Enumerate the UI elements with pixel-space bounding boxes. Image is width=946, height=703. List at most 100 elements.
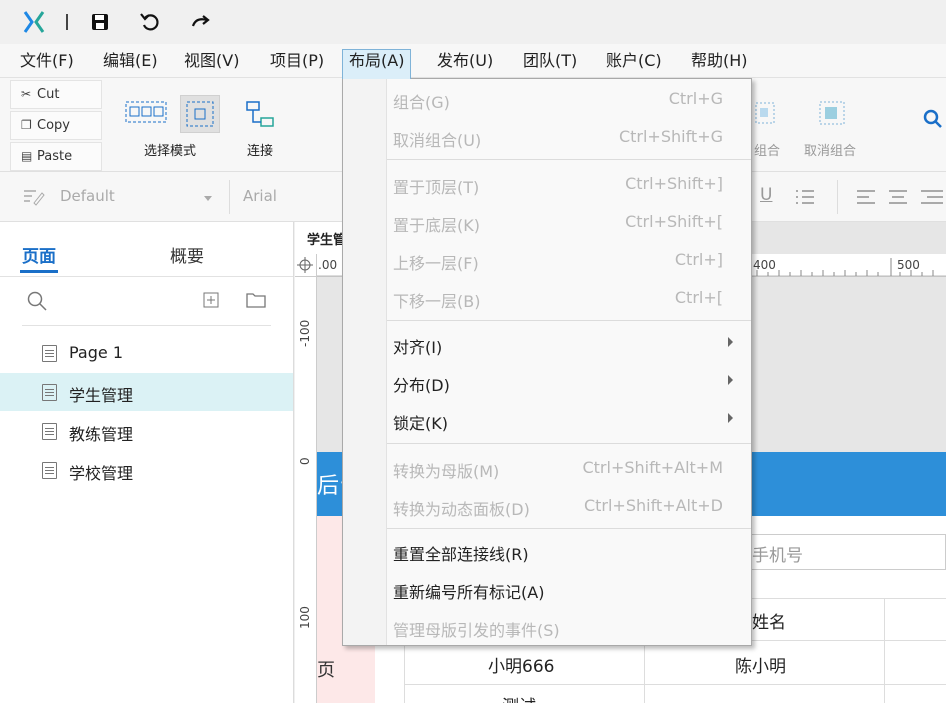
phone-input[interactable]: 手机号 [745, 534, 946, 570]
folder-icon[interactable] [246, 291, 266, 308]
strip-text: 页 [317, 660, 335, 681]
select-contain-button[interactable] [180, 95, 220, 133]
table-cell: 陈小明 [735, 657, 786, 677]
menu-item-ungroup[interactable]: 取消组合(U) Ctrl+Shift+G [387, 118, 751, 156]
menu-item-bring-forward[interactable]: 上移一层(F) Ctrl+] [387, 241, 751, 279]
chevron-down-icon[interactable] [204, 196, 212, 201]
copy-label: Copy [37, 118, 70, 133]
menu-account[interactable]: 账户(C) [600, 50, 668, 76]
page-icon [42, 384, 57, 401]
page-item-label: 学生管理 [69, 386, 134, 405]
select-mode-label: 选择模式 [144, 144, 197, 159]
undo-icon[interactable] [139, 11, 161, 33]
ruler-label: 400 [753, 258, 776, 272]
menu-view[interactable]: 视图(V) [178, 50, 245, 76]
page-item-label: 学校管理 [69, 464, 134, 483]
select-intersect-icon[interactable] [124, 98, 168, 126]
clipboard-icon: ▤ [21, 149, 33, 163]
menu-team[interactable]: 团队(T) [517, 50, 583, 76]
ruler-label: 0 [298, 457, 312, 465]
divider [22, 325, 271, 326]
save-icon[interactable] [89, 11, 111, 33]
menu-edit[interactable]: 编辑(E) [97, 50, 164, 76]
style-select[interactable]: Default [60, 187, 115, 205]
menu-item-reset-connectors[interactable]: 重置全部连接线(R) [387, 532, 751, 570]
submenu-arrow-icon [728, 337, 733, 347]
select-contain-icon [186, 101, 214, 127]
menu-item-bring-to-front[interactable]: 置于顶层(T) Ctrl+Shift+] [387, 165, 751, 203]
menu-item-manage-master-events[interactable]: 管理母版引发的事件(S) [387, 608, 751, 646]
menu-item-distribute[interactable]: 分布(D) [387, 363, 751, 401]
title-bar [0, 0, 946, 44]
style-edit-icon [24, 190, 45, 206]
search-icon[interactable] [922, 108, 944, 130]
menu-item-align[interactable]: 对齐(I) [387, 325, 751, 363]
menu-item-lock[interactable]: 锁定(K) [387, 401, 751, 439]
left-panel: 页面 概要 Page 1 学生管理 教练管理 学校管理 [0, 222, 294, 703]
menu-separator [387, 320, 751, 321]
menu-item-convert-to-master[interactable]: 转换为母版(M) Ctrl+Shift+Alt+M [387, 449, 751, 487]
ungroup-icon[interactable] [816, 98, 850, 128]
ruler-corner [295, 254, 317, 277]
page-item[interactable]: 学校管理 [0, 451, 293, 489]
table-border [884, 598, 885, 703]
ungroup-label: 取消组合 [804, 144, 857, 159]
app-logo-icon [23, 11, 45, 33]
menu-gutter [343, 79, 387, 645]
align-icons[interactable] [855, 187, 945, 207]
divider [837, 180, 838, 214]
menu-bar: 文件(F) 编辑(E) 视图(V) 项目(P) 布局(A) 发布(U) 团队(T… [0, 44, 946, 79]
table-header-cell: 姓名 [752, 613, 786, 633]
divider [0, 276, 293, 277]
underline-icon[interactable]: U [760, 185, 772, 205]
table-cell: 测试 [502, 692, 536, 703]
cut-button[interactable]: ✂ Cut [10, 80, 102, 109]
connector-icon[interactable] [245, 100, 277, 130]
table-border [404, 684, 946, 685]
group-icon[interactable] [755, 100, 777, 126]
ruler-label: 500 [897, 258, 920, 272]
menu-item-send-to-back[interactable]: 置于底层(K) Ctrl+Shift+[ [387, 203, 751, 241]
page-item-label: 教练管理 [69, 425, 134, 444]
menu-help[interactable]: 帮助(H) [685, 50, 754, 76]
copy-button[interactable]: ❐ Copy [10, 111, 102, 140]
tab-overview[interactable]: 概要 [170, 242, 204, 267]
menu-project[interactable]: 项目(P) [264, 50, 330, 76]
crosshair-icon [297, 257, 313, 273]
page-item[interactable]: 教练管理 [0, 412, 293, 450]
menu-item-send-backward[interactable]: 下移一层(B) Ctrl+[ [387, 279, 751, 317]
redo-icon[interactable] [190, 11, 212, 33]
menu-item-group[interactable]: 组合(G) Ctrl+G [387, 80, 751, 118]
search-icon[interactable] [26, 290, 48, 312]
menu-separator [387, 443, 751, 444]
submenu-arrow-icon [728, 375, 733, 385]
connect-label: 连接 [247, 144, 274, 159]
page-item[interactable]: Page 1 [0, 334, 293, 372]
divider [229, 180, 230, 214]
list-icon[interactable] [794, 187, 816, 207]
menu-file[interactable]: 文件(F) [14, 50, 80, 76]
menu-item-renumber-footnotes[interactable]: 重新编号所有标记(A) [387, 570, 751, 608]
cut-label: Cut [37, 87, 60, 102]
copy-icon: ❐ [21, 118, 32, 132]
paste-label: Paste [37, 149, 73, 164]
tab-underline [20, 270, 58, 273]
page-item-selected[interactable]: 学生管理 [0, 373, 293, 411]
title-separator [66, 14, 68, 30]
menu-publish[interactable]: 发布(U) [431, 50, 499, 76]
ruler-label: .00 [318, 258, 338, 272]
table-cell: 小明666 [488, 657, 555, 677]
menu-item-convert-to-dynamic-panel[interactable]: 转换为动态面板(D) Ctrl+Shift+Alt+D [387, 487, 751, 525]
tab-pages[interactable]: 页面 [22, 242, 56, 267]
layout-menu-dropdown: 组合(G) Ctrl+G 取消组合(U) Ctrl+Shift+G 置于顶层(T) C… [342, 78, 752, 646]
add-page-icon[interactable] [203, 292, 219, 308]
menu-separator [387, 159, 751, 160]
paste-button[interactable]: ▤ Paste [10, 142, 102, 171]
group-label: 组合 [754, 144, 781, 159]
font-select[interactable]: Arial [243, 187, 277, 205]
ruler-label: 100 [298, 606, 312, 629]
menu-layout[interactable]: 布局(A) [342, 49, 412, 79]
page-icon [42, 462, 57, 479]
scissors-icon: ✂ [21, 87, 32, 101]
ruler-label: -100 [298, 319, 312, 347]
